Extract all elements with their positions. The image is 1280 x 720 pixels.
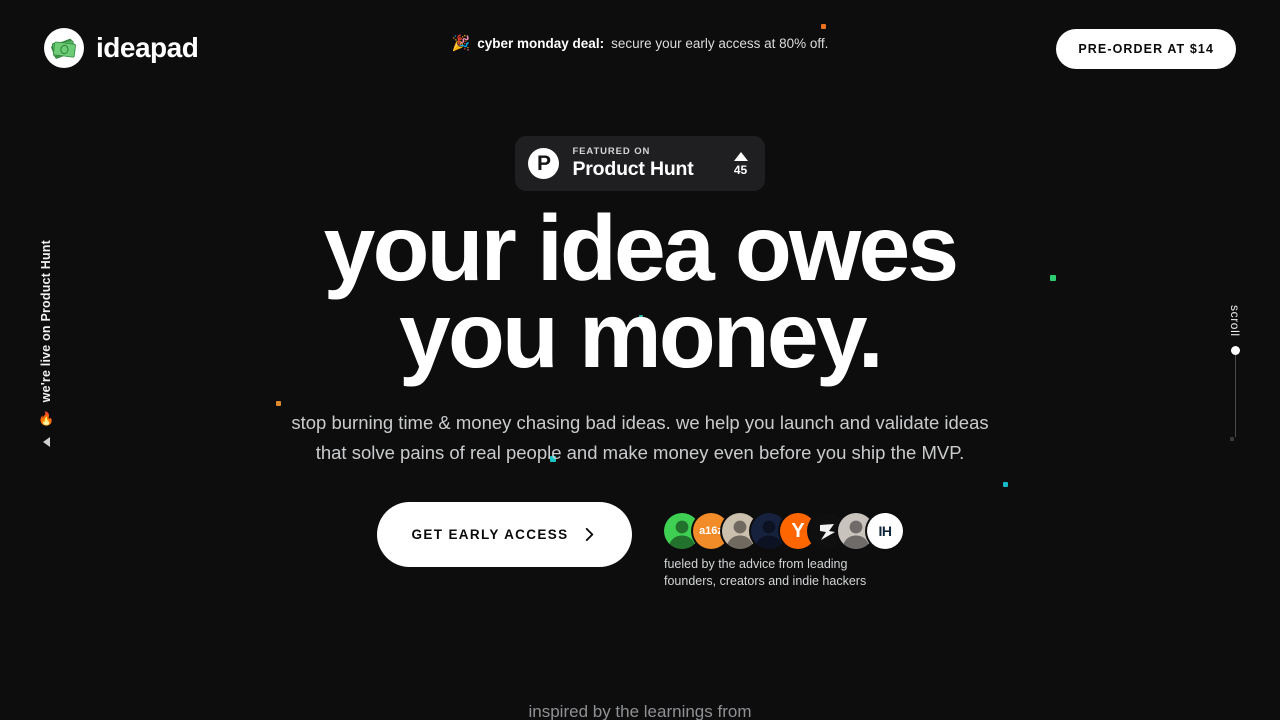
headline-line-2: you money.: [399, 283, 884, 388]
hero-section: P FEATURED ON Product Hunt 45 your idea …: [0, 0, 1280, 720]
hero-cta-row: GET EARLY ACCESS a16z Y IH fueled by the a…: [377, 502, 903, 589]
product-hunt-icon: P: [528, 148, 560, 179]
product-hunt-kicker: FEATURED ON: [572, 145, 651, 157]
product-hunt-badge[interactable]: P FEATURED ON Product Hunt 45: [515, 136, 765, 191]
social-proof: a16z Y IH fueled by the advice from leadin…: [664, 502, 903, 589]
product-hunt-badge-copy: FEATURED ON Product Hunt: [572, 146, 693, 181]
triangle-up-icon: [733, 151, 748, 161]
social-proof-text: fueled by the advice from leading founde…: [664, 557, 867, 588]
inspired-by-teaser: inspired by the learnings from: [528, 702, 752, 720]
product-hunt-letter: P: [536, 151, 551, 175]
chevron-right-icon: [586, 528, 594, 542]
hero-subheadline: stop burning time & money chasing bad id…: [291, 411, 989, 463]
page-title: your idea owes you money.: [324, 202, 960, 382]
product-hunt-upvote[interactable]: 45: [733, 151, 748, 177]
avatar-stack: a16z Y IH: [664, 513, 903, 550]
page-root: ideapad 🎉 cyber monday deal: secure your…: [0, 0, 1280, 720]
product-hunt-upvote-count: 45: [733, 162, 748, 177]
avatar-indiehackers: IH: [867, 513, 903, 550]
get-early-access-button[interactable]: GET EARLY ACCESS: [377, 502, 632, 568]
product-hunt-title: Product Hunt: [572, 157, 694, 180]
get-early-access-label: GET EARLY ACCESS: [411, 527, 569, 543]
